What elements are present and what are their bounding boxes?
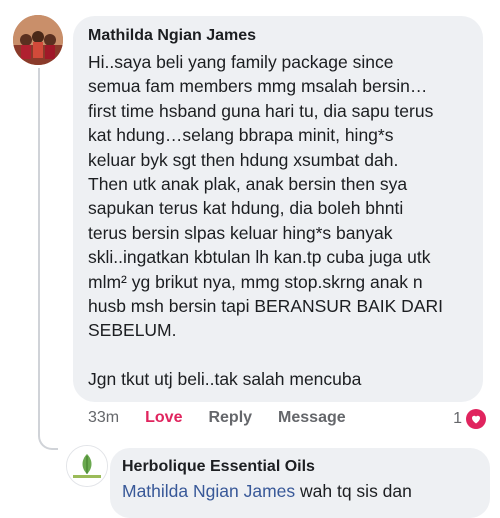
reply-mention[interactable]: Mathilda Ngian James [122, 481, 295, 501]
comment-actions: 33m Love Reply Message [88, 409, 346, 427]
comment-timestamp[interactable]: 33m [88, 409, 119, 427]
reply-button[interactable]: Reply [208, 409, 252, 427]
reaction-count: 1 [453, 410, 462, 427]
love-button[interactable]: Love [145, 409, 182, 427]
heart-icon [466, 409, 486, 429]
comment-text: Hi..saya beli yang family package since … [88, 52, 443, 390]
thread-line [38, 68, 40, 408]
reply-author[interactable]: Herbolique Essential Oils [122, 458, 315, 476]
comment-author[interactable]: Mathilda Ngian James [88, 27, 256, 45]
reply-body: wah tq sis dan [295, 481, 412, 501]
reaction-summary[interactable]: 1 [453, 409, 486, 429]
commenter-avatar[interactable] [13, 15, 63, 65]
page-avatar[interactable] [66, 445, 108, 487]
message-button[interactable]: Message [278, 409, 346, 427]
thread-connector [38, 408, 58, 450]
reply-text: Mathilda Ngian James wah tq sis dan [122, 481, 412, 502]
